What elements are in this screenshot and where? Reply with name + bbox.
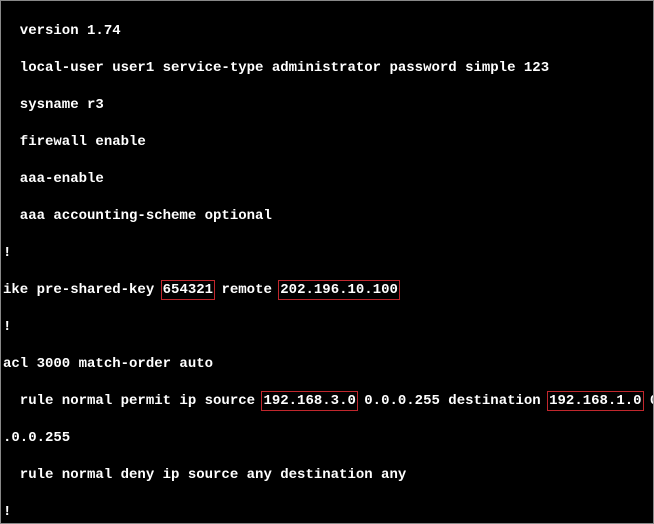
text: ! bbox=[3, 244, 11, 263]
text: sysname r3 bbox=[3, 96, 104, 115]
text: rule normal deny ip source any destinati… bbox=[3, 466, 406, 485]
text: acl 3000 match-order auto bbox=[3, 355, 213, 374]
config-line: aaa-enable bbox=[3, 170, 653, 189]
text: local-user user1 service-type administra… bbox=[3, 59, 549, 78]
text: ! bbox=[3, 318, 11, 337]
highlight-psk: 654321 bbox=[161, 280, 215, 301]
config-line: ike pre-shared-key 654321 remote 202.196… bbox=[3, 281, 653, 300]
config-line: sysname r3 bbox=[3, 96, 653, 115]
config-line: acl 3000 match-order auto bbox=[3, 355, 653, 374]
text: .0.0.255 bbox=[3, 429, 70, 448]
config-line: ! bbox=[3, 318, 653, 337]
highlight-dst-net: 192.168.1.0 bbox=[547, 391, 643, 412]
text: aaa accounting-scheme optional bbox=[3, 207, 272, 226]
text: firewall enable bbox=[3, 133, 146, 152]
text: aaa-enable bbox=[3, 170, 104, 189]
text: version 1.74 bbox=[3, 22, 121, 41]
config-line: aaa accounting-scheme optional bbox=[3, 207, 653, 226]
text: ! bbox=[3, 503, 11, 522]
text: 0 bbox=[642, 392, 654, 411]
terminal-output: version 1.74 local-user user1 service-ty… bbox=[1, 1, 653, 524]
config-line: version 1.74 bbox=[3, 22, 653, 41]
text: ike pre-shared-key bbox=[3, 281, 163, 300]
config-line: rule normal deny ip source any destinati… bbox=[3, 466, 653, 485]
config-line: local-user user1 service-type administra… bbox=[3, 59, 653, 78]
text: 0.0.0.255 destination bbox=[356, 392, 549, 411]
text: rule normal permit ip source bbox=[3, 392, 263, 411]
config-line: .0.0.255 bbox=[3, 429, 653, 448]
text: remote bbox=[213, 281, 280, 300]
config-line: ! bbox=[3, 503, 653, 522]
config-line: rule normal permit ip source 192.168.3.0… bbox=[3, 392, 653, 411]
config-line: firewall enable bbox=[3, 133, 653, 152]
highlight-remote-ip: 202.196.10.100 bbox=[278, 280, 400, 301]
config-line: ! bbox=[3, 244, 653, 263]
highlight-src-net: 192.168.3.0 bbox=[261, 391, 357, 412]
